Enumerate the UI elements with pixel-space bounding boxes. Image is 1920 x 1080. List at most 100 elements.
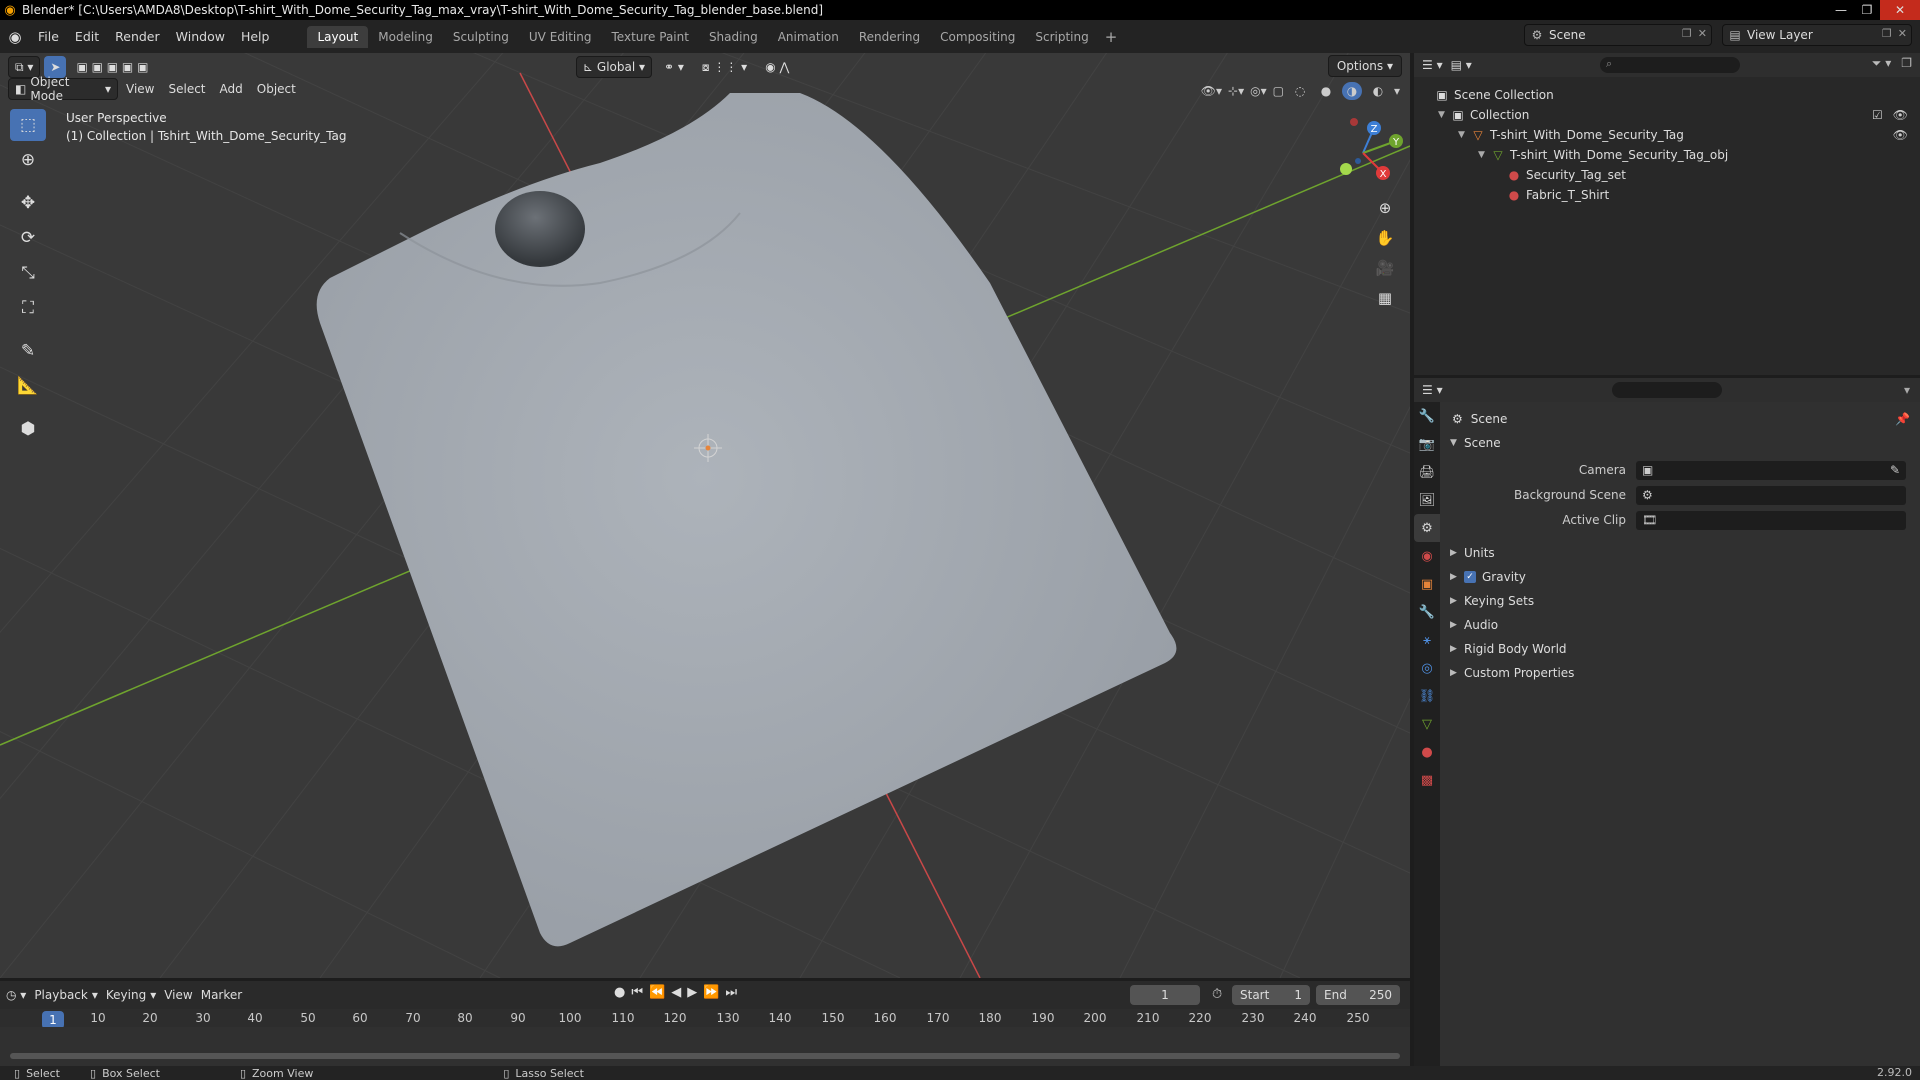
panel-gravity-header[interactable]: ▶ ✓ Gravity (1450, 570, 1526, 584)
gravity-checkbox[interactable]: ✓ (1464, 571, 1476, 583)
jump-end-icon[interactable]: ⏭ (725, 985, 737, 1000)
outliner-row-mesh[interactable]: ▼ ▽ T-shirt_With_Dome_Security_Tag_obj (1414, 145, 1920, 165)
tab-layout[interactable]: Layout (307, 25, 369, 48)
panel-units-header[interactable]: ▶ Units (1450, 546, 1495, 560)
close-button[interactable]: ✕ (1880, 0, 1920, 20)
cursor-tool-icon[interactable]: ⊕ (10, 144, 46, 176)
scene-tab-icon[interactable]: ⚙ (1414, 514, 1440, 542)
outliner-row-object[interactable]: ▼ ▽ T-shirt_With_Dome_Security_Tag 👁 (1414, 125, 1920, 145)
measure-tool-icon[interactable]: 📐 (10, 370, 46, 402)
texture-tab-icon[interactable]: ▩ (1414, 766, 1440, 794)
snap-icon[interactable]: ⧇ ⋮⋮ ▾ (696, 56, 753, 78)
outliner-editor-type-icon[interactable]: ☰ ▾ (1422, 58, 1443, 72)
properties-editor-type-icon[interactable]: ☰ ▾ (1422, 383, 1443, 397)
panel-custom-properties-header[interactable]: ▶ Custom Properties (1450, 666, 1574, 680)
menu-window[interactable]: Window (168, 29, 233, 44)
menu-edit[interactable]: Edit (67, 29, 107, 44)
filter-icon[interactable]: ⏷ ▾ (1872, 56, 1891, 71)
shading-options-icon[interactable]: ▾ (1394, 84, 1400, 98)
solid-shading-icon[interactable]: ● (1316, 82, 1336, 100)
background-scene-field[interactable]: ⚙ (1636, 485, 1906, 505)
play-reverse-icon[interactable]: ◀ (671, 985, 681, 1000)
move-tool-icon[interactable]: ✥ (10, 187, 46, 219)
maximize-button[interactable]: ❐ (1854, 0, 1880, 20)
timeline-scrollbar[interactable] (10, 1053, 1400, 1059)
timeline-ruler[interactable]: 10 20 30 40 50 60 70 80 90 100 110 120 1… (0, 1009, 1410, 1027)
active-clip-field[interactable]: 🎞 (1636, 510, 1906, 530)
outliner-row-collection[interactable]: ▼ ▣ Collection ☑ 👁 (1414, 105, 1920, 125)
gizmo-neg-y-axis[interactable] (1340, 163, 1352, 175)
xray-icon[interactable]: ▢ (1273, 84, 1284, 98)
timeline-keyframe-area[interactable] (0, 1027, 1410, 1066)
tab-uv-editing[interactable]: UV Editing (519, 26, 602, 48)
gizmo-toggle-icon[interactable]: ⊹▾ (1228, 84, 1244, 98)
new-collection-icon[interactable]: ❐ (1901, 56, 1912, 71)
material-shading-icon[interactable]: ◑ (1341, 82, 1362, 100)
mesh-data-tab-icon[interactable]: ▽ (1414, 710, 1440, 738)
viewport-menu-add[interactable]: Add (214, 78, 249, 100)
3d-viewport[interactable]: ⧉ ▾ ➤ ▣ ▣ ▣ ▣ ▣ ◧ Object Mode ▾ View Sel… (0, 53, 1410, 978)
timeline-menu-marker[interactable]: Marker (201, 988, 242, 1002)
start-frame-field[interactable]: Start 1 (1232, 985, 1310, 1005)
outliner-search-input[interactable]: ⌕ (1600, 57, 1740, 73)
modifier-tab-icon[interactable]: 🔧 (1414, 598, 1440, 626)
annotate-tool-icon[interactable]: ✎ (10, 335, 46, 367)
view-layer-tab-icon[interactable]: 🖼 (1414, 486, 1440, 514)
tab-rendering[interactable]: Rendering (849, 26, 930, 48)
object-tab-icon[interactable]: ▣ (1414, 570, 1440, 598)
render-tab-icon[interactable]: 📷 (1414, 430, 1440, 458)
panel-audio-header[interactable]: ▶ Audio (1450, 618, 1498, 632)
record-keyframe-icon[interactable]: ● (614, 985, 625, 1000)
delete-view-layer-icon[interactable]: ✕ (1898, 27, 1907, 40)
scene-selector[interactable]: ⚙ Scene ❐ ✕ (1524, 24, 1712, 46)
particles-tab-icon[interactable]: ⚹ (1414, 626, 1440, 654)
tab-scripting[interactable]: Scripting (1025, 26, 1098, 48)
current-frame-field[interactable]: 1 (1130, 985, 1200, 1005)
prev-keyframe-icon[interactable]: ⏪ (649, 985, 665, 1000)
pivot-point-icon[interactable]: ⚭ ▾ (658, 56, 690, 78)
timeline-menu-view[interactable]: View (164, 988, 192, 1002)
pan-hand-icon[interactable]: ✋ (1370, 223, 1400, 253)
tab-sculpting[interactable]: Sculpting (443, 26, 519, 48)
rendered-shading-icon[interactable]: ◐ (1368, 82, 1388, 100)
overlay-toggle-icon[interactable]: ◎▾ (1250, 84, 1267, 98)
outliner-row-scene-collection[interactable]: ▣ Scene Collection (1414, 85, 1920, 105)
wireframe-shading-icon[interactable]: ◌ (1290, 82, 1310, 100)
next-keyframe-icon[interactable]: ⏩ (703, 985, 719, 1000)
world-tab-icon[interactable]: ◉ (1414, 542, 1440, 570)
outliner-row-material[interactable]: ● Security_Tag_set (1414, 165, 1920, 185)
gizmo-neg-x-axis[interactable] (1350, 118, 1358, 126)
navigation-gizmo[interactable]: Z Y X (1318, 108, 1408, 198)
tab-shading[interactable]: Shading (699, 26, 768, 48)
tab-animation[interactable]: Animation (768, 26, 849, 48)
rotate-tool-icon[interactable]: ⟳ (10, 222, 46, 254)
collection-visibility-icon[interactable]: 👁 (1893, 108, 1908, 122)
timeline-menu-playback[interactable]: Playback ▾ (34, 988, 98, 1002)
tab-compositing[interactable]: Compositing (930, 26, 1025, 48)
material-tab-icon[interactable]: ● (1414, 738, 1440, 766)
object-visibility-icon[interactable]: 👁 (1893, 128, 1908, 142)
viewport-menu-view[interactable]: View (120, 78, 160, 100)
constraints-tab-icon[interactable]: ⛓ (1414, 682, 1440, 710)
menu-file[interactable]: File (30, 29, 67, 44)
outliner-display-mode-icon[interactable]: ▤ ▾ (1451, 58, 1472, 72)
expand-arrow-icon[interactable]: ▼ (1438, 110, 1450, 120)
blender-menu-icon[interactable]: ◉ (0, 28, 30, 46)
gizmo-neg-z-axis[interactable] (1355, 158, 1361, 164)
play-icon[interactable]: ▶ (687, 985, 697, 1000)
perspective-toggle-icon[interactable]: ▦ (1370, 283, 1400, 313)
zoom-icon[interactable]: ⊕ (1370, 193, 1400, 223)
expand-arrow-icon[interactable]: ▼ (1458, 130, 1470, 140)
new-scene-icon[interactable]: ❐ (1682, 27, 1692, 40)
minimize-button[interactable]: — (1828, 0, 1854, 20)
end-frame-field[interactable]: End 250 (1316, 985, 1400, 1005)
timeline-menu-keying[interactable]: Keying ▾ (106, 988, 156, 1002)
panel-rigid-body-world-header[interactable]: ▶ Rigid Body World (1450, 642, 1567, 656)
delete-scene-icon[interactable]: ✕ (1698, 27, 1707, 40)
camera-view-icon[interactable]: 🎥 (1370, 253, 1400, 283)
viewport-menu-select[interactable]: Select (162, 78, 211, 100)
eyedropper-icon[interactable]: ✎ (1890, 463, 1900, 477)
properties-search-input[interactable] (1612, 382, 1722, 398)
expand-arrow-icon[interactable]: ▼ (1478, 150, 1490, 160)
physics-tab-icon[interactable]: ◎ (1414, 654, 1440, 682)
